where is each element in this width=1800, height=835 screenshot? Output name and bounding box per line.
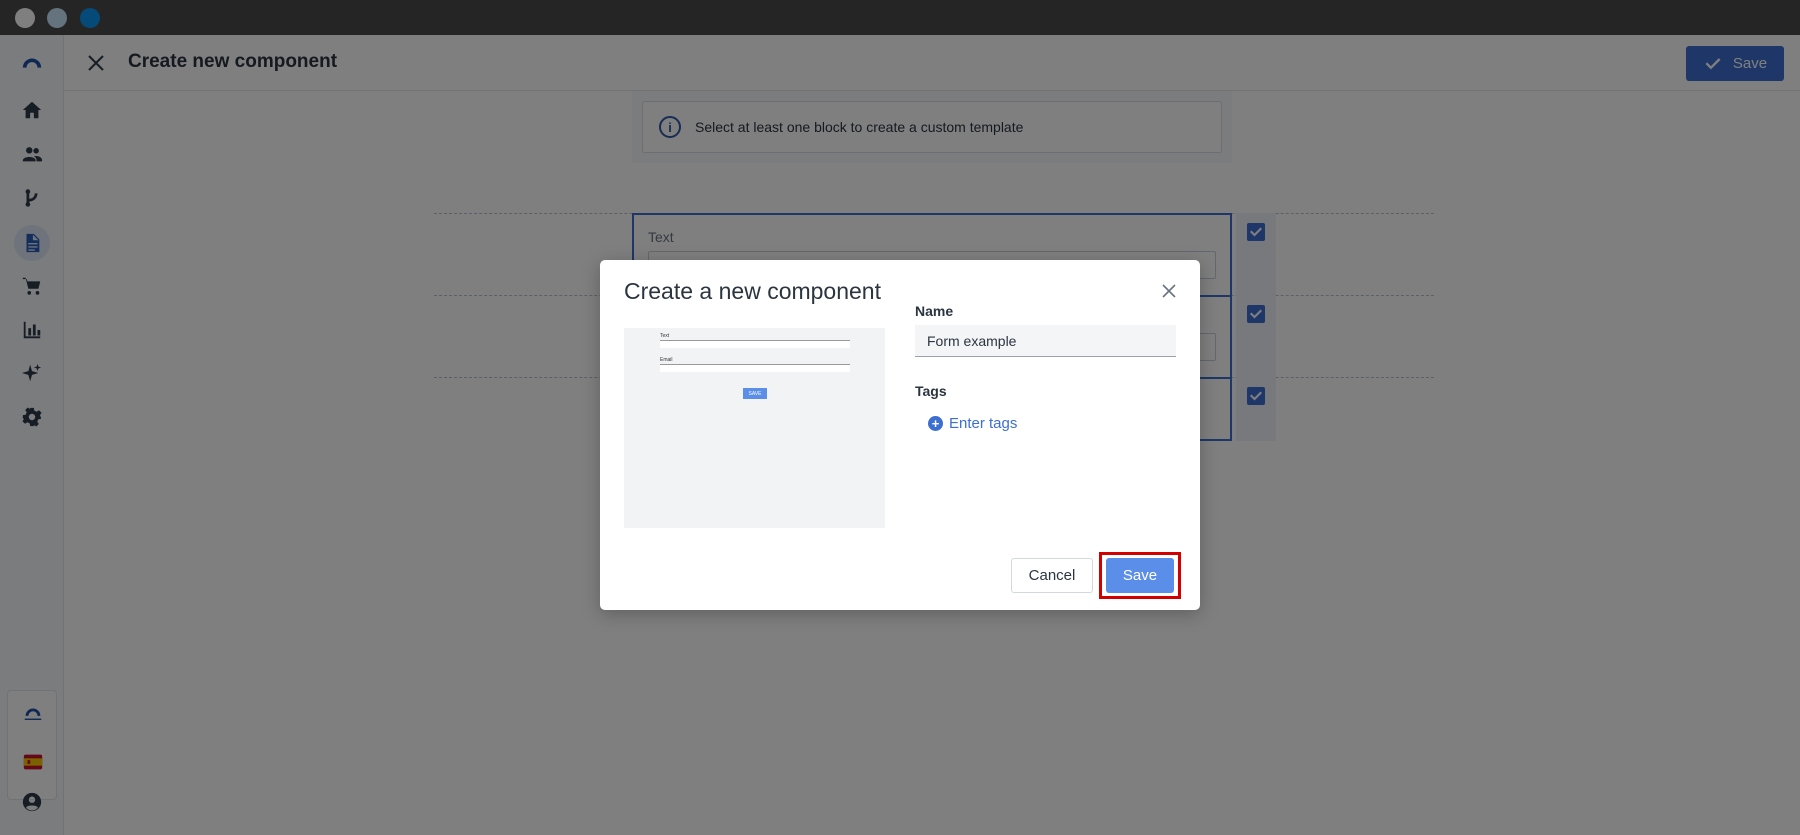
tags-label: Tags [915,383,947,399]
save-button[interactable]: Save [1106,558,1174,593]
component-preview: Text Email SAVE [624,328,885,528]
preview-label: Text [660,333,670,339]
dialog-title: Create a new component [624,278,881,304]
create-component-dialog: Create a new component Text Email SAVE N… [600,260,1200,610]
plus-circle-icon: + [928,416,943,431]
preview-field [660,364,850,372]
cancel-button[interactable]: Cancel [1011,558,1093,593]
enter-tags-button[interactable]: + Enter tags [928,415,1017,432]
preview-field [660,340,850,348]
name-field[interactable] [915,325,1176,357]
preview-button: SAVE [743,388,767,399]
name-label: Name [915,303,954,319]
preview-label: Email [660,357,673,363]
enter-tags-label: Enter tags [949,415,1018,432]
dialog-close-icon[interactable] [1160,282,1178,300]
